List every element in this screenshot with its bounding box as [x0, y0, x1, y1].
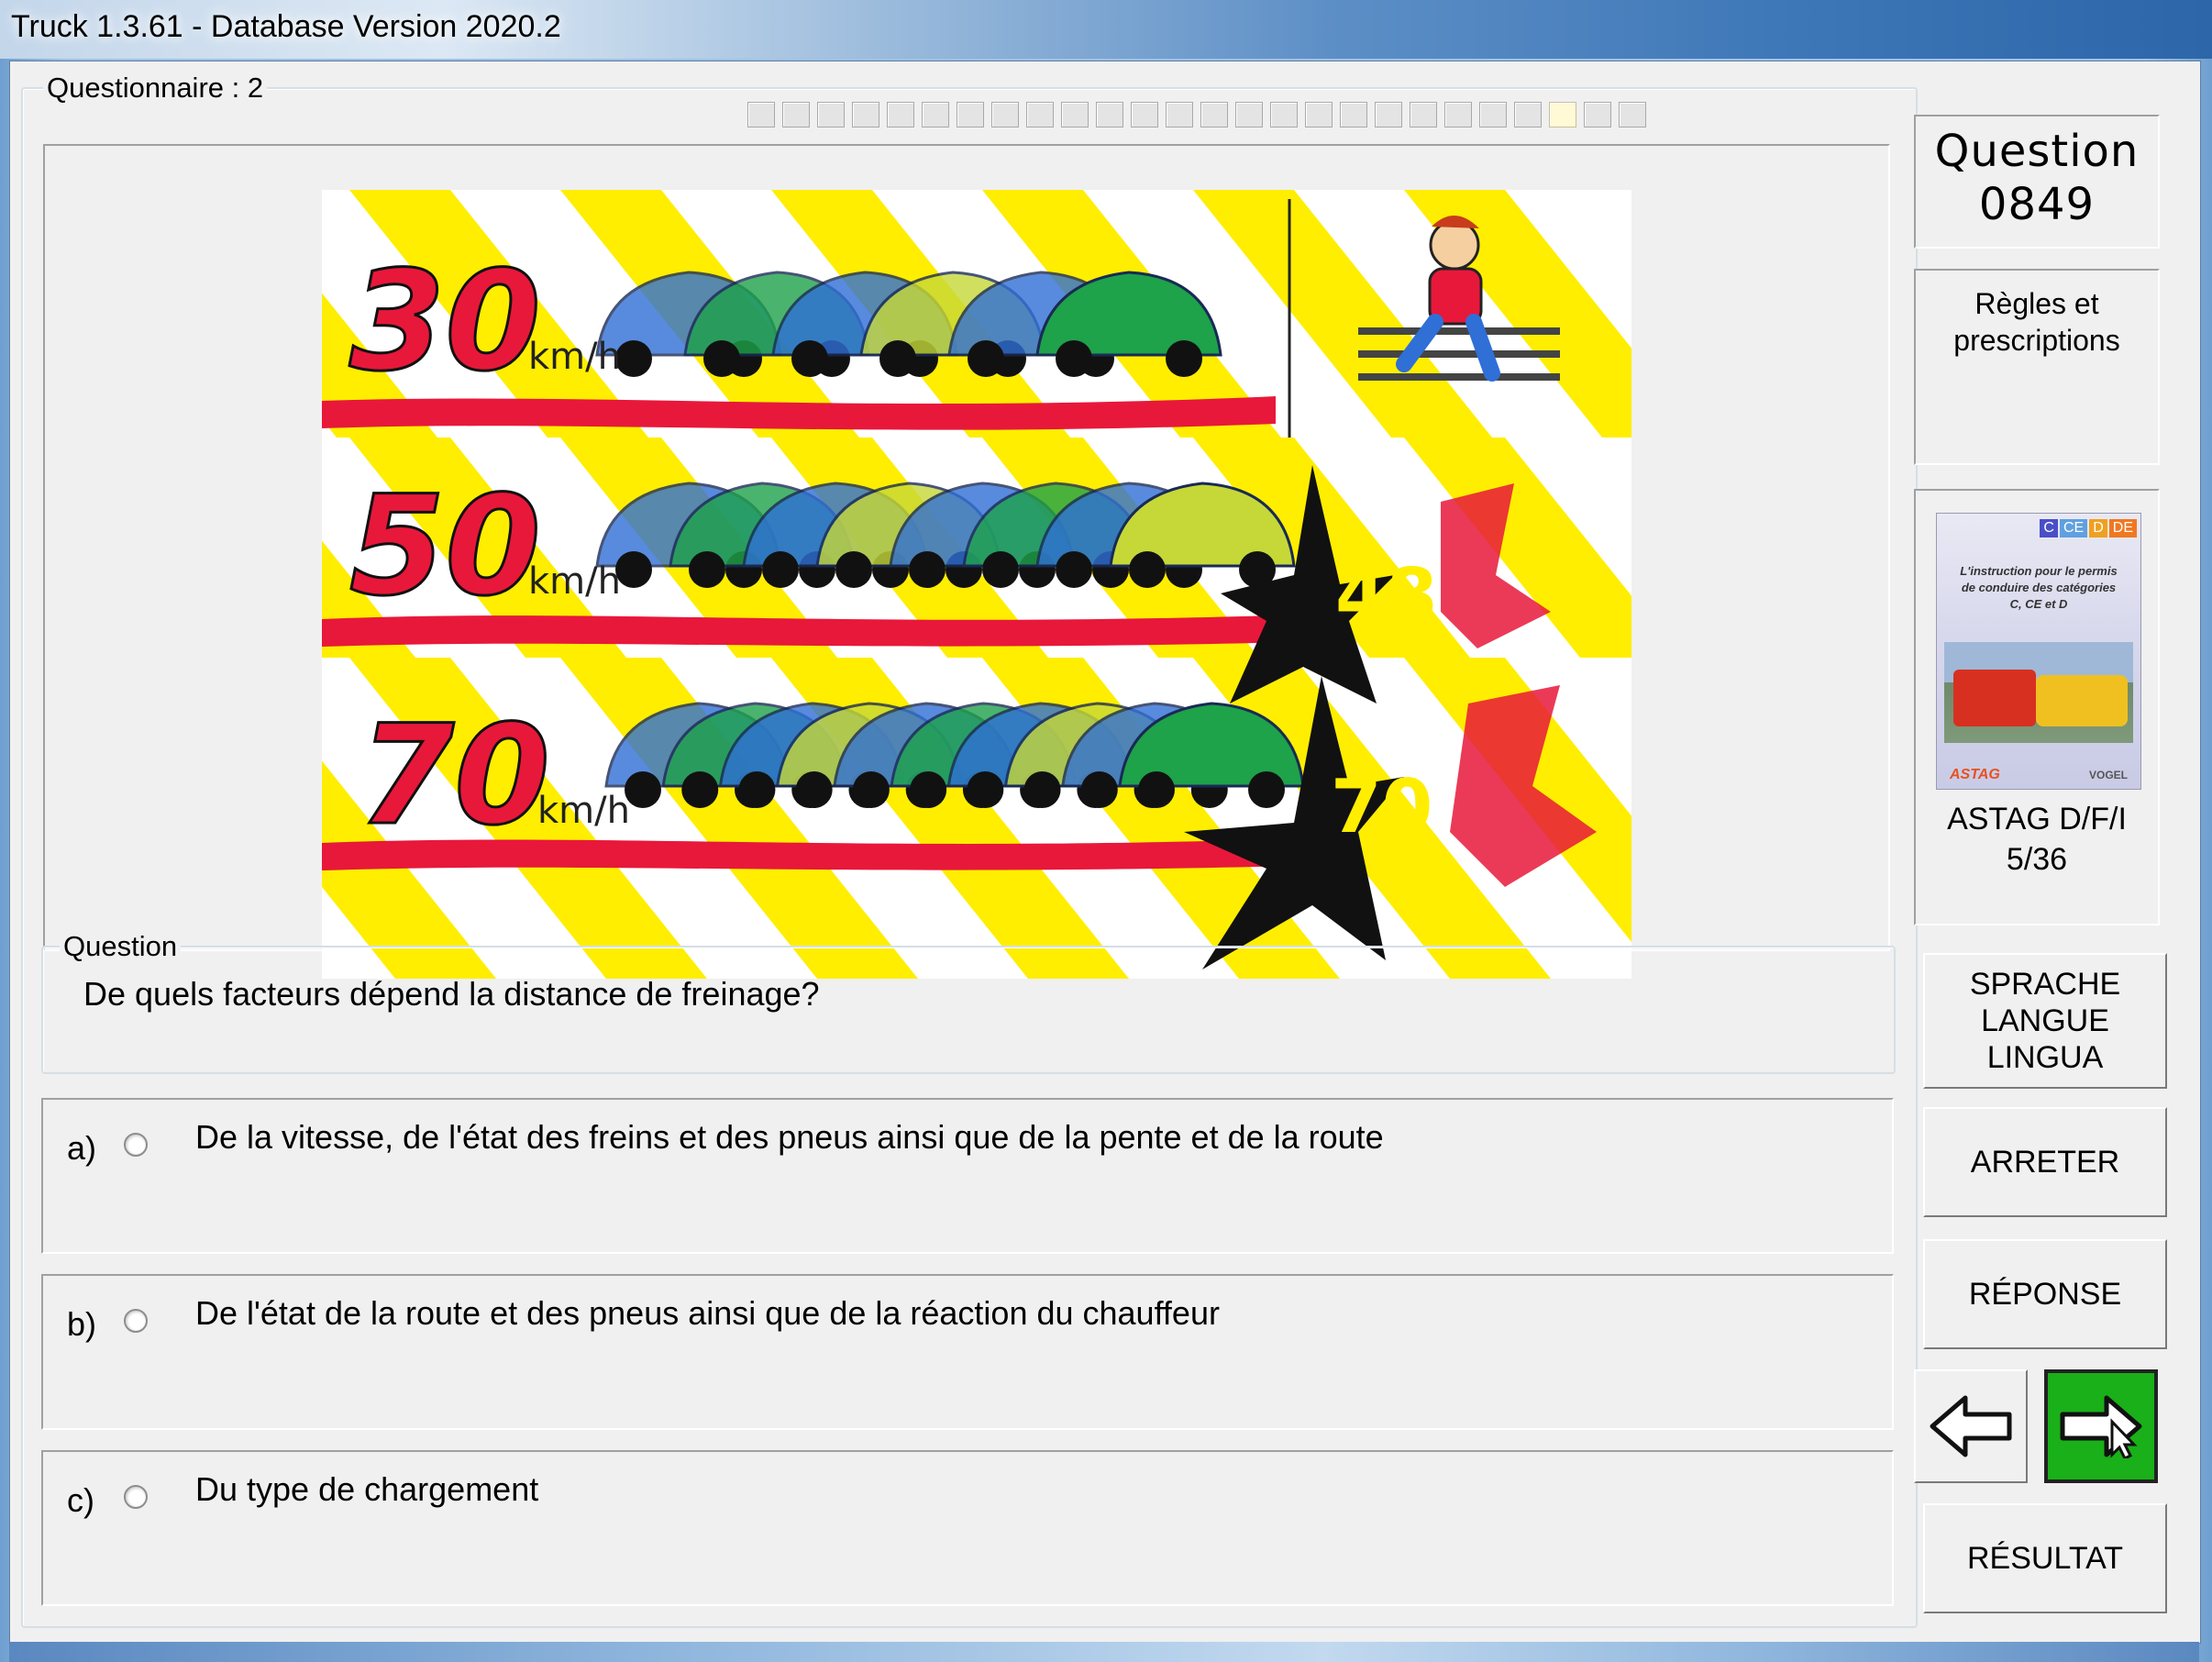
question-progress-bar — [747, 102, 1646, 129]
badge-d: D — [2089, 519, 2107, 537]
progress-segment — [782, 102, 810, 127]
progress-segment — [1479, 102, 1507, 127]
book-page: 5/36 — [2006, 842, 2068, 877]
language-label-fr: LANGUE — [1981, 1003, 2109, 1038]
progress-segment — [1096, 102, 1123, 127]
progress-segment — [1200, 102, 1228, 127]
progress-segment — [1131, 102, 1158, 127]
progress-segment — [1514, 102, 1542, 127]
progress-segment — [1410, 102, 1437, 127]
previous-button[interactable] — [1914, 1369, 2028, 1483]
car-sequence — [595, 271, 1305, 808]
progress-segment — [1444, 102, 1472, 127]
book-caption: L'instruction pour le permis de conduire… — [1960, 564, 2118, 611]
result-button[interactable]: RÉSULTAT — [1923, 1503, 2167, 1613]
answer-c[interactable]: c) Du type de chargement — [41, 1450, 1894, 1606]
progress-segment — [1340, 102, 1367, 127]
progress-segment — [1305, 102, 1333, 127]
category-panel: Règles et prescriptions — [1914, 269, 2160, 465]
progress-segment — [1026, 102, 1054, 127]
result-button-label: RÉSULTAT — [1966, 1541, 2124, 1576]
answer-b-radio[interactable] — [124, 1309, 148, 1333]
answer-a-letter: a) — [67, 1129, 97, 1167]
stop-button-label: ARRETER — [1970, 1145, 2120, 1180]
answer-b[interactable]: b) De l'état de la route et des pneus ai… — [41, 1274, 1894, 1430]
speed-label-50: 50 — [349, 467, 541, 626]
answer-c-letter: c) — [67, 1481, 94, 1519]
answer-button[interactable]: RÉPONSE — [1923, 1239, 2167, 1349]
stop-button[interactable]: ARRETER — [1923, 1107, 2167, 1217]
answer-button-label: RÉPONSE — [1968, 1277, 2122, 1312]
arrow-right-icon — [2060, 1395, 2142, 1458]
app-client-area: Questionnaire : 2 30 50 70 km/h km/h km/… — [9, 61, 2201, 1644]
progress-segment — [887, 102, 914, 127]
language-label-de: SPRACHE — [1969, 967, 2121, 1002]
book-trucks-photo — [1944, 642, 2133, 743]
progress-segment — [1235, 102, 1263, 127]
arrow-left-icon — [1930, 1395, 2012, 1457]
window-bottom-border — [9, 1642, 2199, 1662]
progress-segment — [1270, 102, 1298, 127]
title-bar: Truck 1.3.61 - Database Version 2020.2 — [0, 0, 2212, 61]
unit-label-2: km/h — [528, 560, 621, 603]
badge-de: DE — [2108, 519, 2137, 537]
answer-a-text[interactable]: De la vitesse, de l'état des freins et d… — [195, 1118, 1384, 1157]
question-illustration: 30 50 70 km/h km/h km/h 48 70 — [322, 190, 1631, 979]
progress-segment — [957, 102, 984, 127]
speed-label-30: 30 — [349, 242, 541, 402]
progress-segment — [1549, 102, 1576, 127]
progress-segment — [852, 102, 879, 127]
answer-b-text[interactable]: De l'état de la route et des pneus ainsi… — [195, 1294, 1220, 1333]
unit-label-1: km/h — [528, 336, 621, 378]
unit-label-3: km/h — [537, 790, 630, 832]
answer-b-letter: b) — [67, 1305, 97, 1343]
category-line2: prescriptions — [1953, 324, 2120, 357]
book-publisher: VOGEL — [2088, 769, 2128, 781]
questionnaire-label: Questionnaire : 2 — [43, 72, 268, 104]
answer-a-radio[interactable] — [124, 1133, 148, 1157]
badge-ce: CE — [2059, 519, 2088, 537]
speed-label-70: 70 — [359, 696, 550, 856]
question-number: 0849 — [1978, 179, 2096, 230]
braking-distance-illustration: 30 50 70 km/h km/h km/h 48 70 — [322, 190, 1631, 979]
book-reference-panel: C CE D DE L'instruction pour le permis d… — [1914, 489, 2160, 925]
book-cover: C CE D DE L'instruction pour le permis d… — [1936, 513, 2141, 790]
progress-segment — [991, 102, 1019, 127]
answer-c-radio[interactable] — [124, 1485, 148, 1509]
book-logo: ASTAG — [1950, 767, 2000, 782]
question-number-label: Question — [1934, 126, 2140, 177]
question-group: Question De quels facteurs dépend la dis… — [41, 931, 1896, 1074]
progress-segment — [1061, 102, 1089, 127]
book-source: ASTAG D/F/I — [1947, 802, 2127, 837]
answer-a[interactable]: a) De la vitesse, de l'état des freins e… — [41, 1098, 1894, 1254]
answer-c-text[interactable]: Du type de chargement — [195, 1470, 538, 1509]
window-title: Truck 1.3.61 - Database Version 2020.2 — [11, 9, 561, 44]
impact-speed-48: 48 — [1335, 553, 1437, 638]
question-text: De quels facteurs dépend la distance de … — [83, 975, 820, 1013]
badge-c: C — [2040, 519, 2058, 537]
question-number-panel: Question 0849 — [1914, 115, 2160, 249]
question-legend: Question — [60, 931, 182, 962]
progress-segment — [747, 102, 775, 127]
progress-segment — [1166, 102, 1193, 127]
language-label-it: LINGUA — [1986, 1040, 2104, 1075]
progress-segment — [922, 102, 949, 127]
category-line1: Règles et — [1974, 287, 2099, 320]
progress-segment — [817, 102, 845, 127]
language-button[interactable]: SPRACHE LANGUE LINGUA — [1923, 953, 2167, 1089]
next-button[interactable] — [2044, 1369, 2158, 1483]
license-category-badges: C CE D DE — [2040, 519, 2137, 537]
progress-segment — [1584, 102, 1611, 127]
progress-segment — [1375, 102, 1402, 127]
progress-segment — [1619, 102, 1646, 127]
impact-speed-70: 70 — [1331, 764, 1432, 849]
